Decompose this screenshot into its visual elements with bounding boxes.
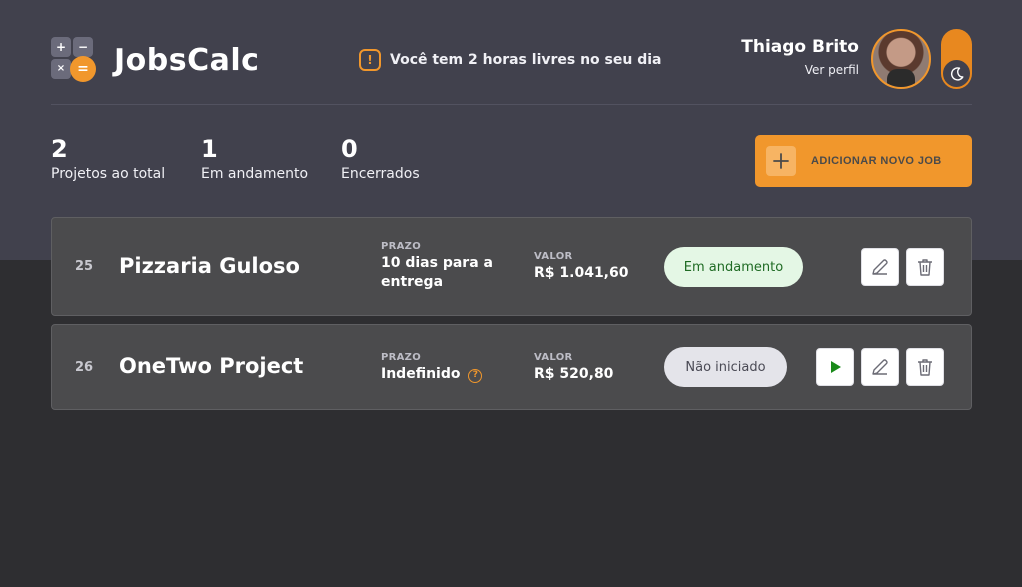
calculator-icon: + − × = — [51, 37, 97, 83]
theme-toggle[interactable] — [941, 29, 972, 89]
pencil-icon — [872, 359, 888, 375]
profile-text: Thiago Brito Ver perfil — [741, 37, 859, 77]
stat-total: 2 Projetos ao total — [51, 135, 165, 182]
value-label: VALOR — [534, 251, 573, 262]
job-id: 25 — [75, 259, 94, 274]
add-job-button[interactable]: ADICIONAR NOVO JOB — [755, 135, 972, 187]
minus-key: − — [73, 37, 93, 57]
value-amount: R$ 520,80 — [534, 366, 614, 382]
job-name: Pizzaria Guloso — [119, 254, 300, 278]
stat-closed-label: Encerrados — [341, 166, 420, 182]
page-container: + − × = JobsCalc ! Você tem 2 horas livr… — [51, 0, 972, 410]
delete-button[interactable] — [906, 248, 944, 286]
job-deadline: PRAZO 10 dias para a entrega — [381, 241, 511, 292]
app-title: JobsCalc — [114, 42, 260, 78]
job-value: VALOR R$ 520,80 — [534, 352, 613, 384]
plus-key: + — [51, 37, 71, 57]
profile-area: Thiago Brito Ver perfil — [741, 29, 972, 89]
status-badge: Não iniciado — [664, 347, 787, 387]
stat-in-progress-label: Em andamento — [201, 166, 309, 182]
free-hours-notice: ! Você tem 2 horas livres no seu dia — [359, 49, 662, 71]
view-profile-link[interactable]: Ver perfil — [741, 63, 859, 77]
avatar[interactable] — [871, 29, 931, 89]
edit-button[interactable] — [861, 348, 899, 386]
deadline-value: 10 dias para a entrega — [381, 255, 493, 290]
job-card: 26 OneTwo Project PRAZO Indefinido ? VAL… — [51, 324, 972, 410]
deadline-label: PRAZO — [381, 241, 422, 252]
notice-text: Você tem 2 horas livres no seu dia — [390, 52, 662, 68]
moon-icon — [942, 59, 971, 88]
stat-closed: 0 Encerrados — [341, 135, 420, 182]
stat-total-label: Projetos ao total — [51, 166, 166, 182]
deadline-value: Indefinido — [381, 366, 461, 382]
summary: 2 Projetos ao total 1 Em andamento 0 Enc… — [51, 105, 972, 217]
stat-in-progress-value: 1 — [201, 135, 218, 163]
profile-name: Thiago Brito — [741, 37, 859, 57]
deadline-label: PRAZO — [381, 352, 422, 363]
status-badge: Em andamento — [664, 247, 803, 287]
stat-in-progress: 1 Em andamento — [201, 135, 308, 182]
equals-key: = — [70, 56, 96, 82]
job-deadline: PRAZO Indefinido ? — [381, 352, 511, 384]
stat-closed-value: 0 — [341, 135, 358, 163]
trash-icon — [918, 259, 932, 276]
help-icon[interactable]: ? — [468, 368, 483, 383]
job-name: OneTwo Project — [119, 354, 304, 378]
job-value: VALOR R$ 1.041,60 — [534, 251, 628, 283]
play-icon — [831, 361, 841, 373]
trash-icon — [918, 359, 932, 376]
delete-button[interactable] — [906, 348, 944, 386]
logo[interactable]: + − × = JobsCalc — [51, 37, 259, 83]
alert-icon: ! — [359, 49, 381, 71]
start-button[interactable] — [816, 348, 854, 386]
add-job-label: ADICIONAR NOVO JOB — [811, 155, 942, 167]
plus-icon — [766, 146, 796, 176]
times-key: × — [51, 59, 71, 79]
value-label: VALOR — [534, 352, 573, 363]
deadline-value-row: Indefinido ? — [381, 365, 511, 384]
edit-button[interactable] — [861, 248, 899, 286]
job-id: 26 — [75, 360, 94, 375]
stat-total-value: 2 — [51, 135, 68, 163]
pencil-icon — [872, 259, 888, 275]
app-header: + − × = JobsCalc ! Você tem 2 horas livr… — [51, 0, 972, 105]
job-card: 25 Pizzaria Guloso PRAZO 10 dias para a … — [51, 217, 972, 316]
value-amount: R$ 1.041,60 — [534, 265, 629, 281]
